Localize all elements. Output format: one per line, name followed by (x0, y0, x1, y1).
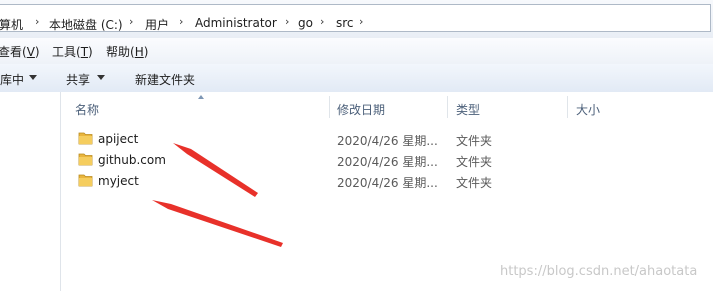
navigation-pane[interactable] (0, 92, 61, 291)
menu-view[interactable]: 查看(V) (0, 43, 40, 60)
sort-ascending-icon (198, 95, 204, 99)
share-button[interactable]: 共享 (66, 71, 90, 88)
column-divider[interactable] (567, 96, 568, 118)
menu-bar: 查看(V) 工具(T) 帮助(H) (0, 38, 713, 65)
watermark: https://blog.csdn.net/ahaotata (500, 264, 698, 279)
file-row-github[interactable]: github.com 2020/4/26 星期... 文件夹 (72, 149, 542, 170)
chevron-right-icon[interactable]: › (129, 15, 133, 28)
column-header: 名称 修改日期 类型 大小 (61, 92, 713, 122)
folder-icon (78, 174, 93, 187)
file-date: 2020/4/26 星期... (337, 176, 438, 190)
file-name[interactable]: github.com (98, 153, 166, 167)
folder-icon (78, 153, 93, 166)
file-date: 2020/4/26 星期... (337, 155, 438, 169)
breadcrumb-users[interactable]: 用户 (145, 16, 169, 33)
breadcrumb-local-disk[interactable]: 本地磁盘 (C:) (49, 16, 123, 33)
menu-help[interactable]: 帮助(H) (106, 43, 148, 60)
breadcrumb-computer[interactable]: 算机 (0, 16, 23, 33)
folder-icon (78, 132, 93, 145)
menu-tools[interactable]: 工具(T) (52, 43, 93, 60)
breadcrumb-src[interactable]: src (336, 16, 354, 30)
file-name[interactable]: apiject (98, 132, 138, 146)
address-bar: 算机 › 本地磁盘 (C:) › 用户 › Administrator › go… (0, 0, 713, 39)
column-divider[interactable] (329, 96, 330, 118)
file-date: 2020/4/26 星期... (337, 134, 438, 148)
column-type[interactable]: 类型 (456, 101, 480, 118)
chevron-right-icon[interactable]: › (35, 15, 39, 28)
file-row-myject[interactable]: myject 2020/4/26 星期... 文件夹 (72, 170, 542, 191)
chevron-right-icon[interactable]: › (359, 15, 363, 28)
file-type: 文件夹 (456, 134, 493, 148)
command-bar: 库中 共享 新建文件夹 (0, 64, 713, 93)
breadcrumb-go[interactable]: go (298, 16, 313, 30)
address-box[interactable]: 算机 › 本地磁盘 (C:) › 用户 › Administrator › go… (0, 4, 711, 32)
new-folder-button[interactable]: 新建文件夹 (135, 71, 195, 88)
column-divider[interactable] (447, 96, 448, 118)
include-in-library-button[interactable]: 库中 (0, 71, 24, 88)
annotation-arrow-icon (152, 200, 283, 247)
chevron-down-icon[interactable] (97, 75, 105, 80)
chevron-right-icon[interactable]: › (320, 15, 324, 28)
column-date-modified[interactable]: 修改日期 (337, 101, 385, 118)
chevron-right-icon[interactable]: › (285, 15, 289, 28)
column-name[interactable]: 名称 (75, 101, 99, 118)
column-size[interactable]: 大小 (576, 101, 600, 118)
file-name[interactable]: myject (98, 174, 139, 188)
chevron-down-icon[interactable] (29, 75, 37, 80)
file-type: 文件夹 (456, 176, 493, 190)
chevron-right-icon[interactable]: › (179, 15, 183, 28)
file-row-apiject[interactable]: apiject 2020/4/26 星期... 文件夹 (72, 128, 542, 149)
file-type: 文件夹 (456, 155, 493, 169)
breadcrumb-administrator[interactable]: Administrator (195, 16, 277, 30)
